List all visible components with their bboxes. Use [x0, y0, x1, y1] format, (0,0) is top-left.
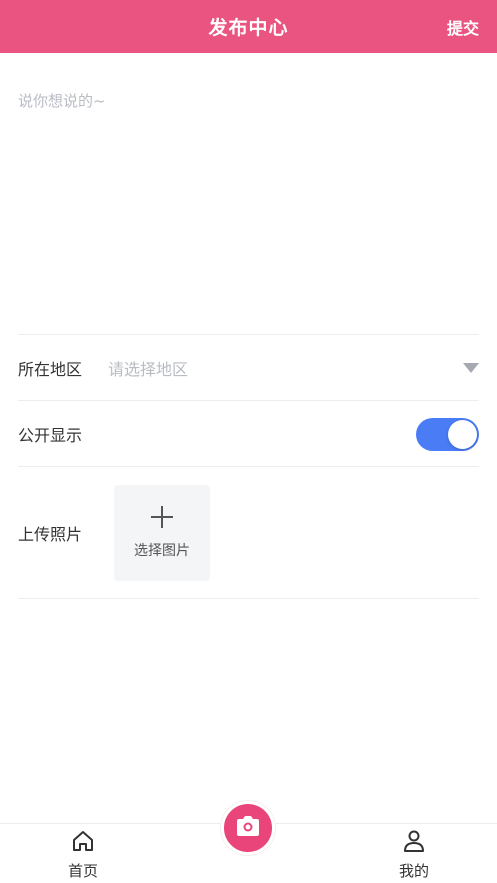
upload-label: 上传照片 [18, 525, 83, 544]
upload-row: 上传照片 选择图片 [18, 485, 479, 581]
submit-button[interactable]: 提交 [447, 0, 479, 53]
divider [18, 466, 479, 467]
camera-button[interactable] [221, 801, 275, 855]
header-bar: 发布中心 提交 [0, 0, 497, 53]
region-selector[interactable]: 所在地区 请选择地区 [18, 335, 479, 401]
user-icon [402, 830, 426, 856]
plus-icon [151, 506, 173, 528]
tab-mine-label: 我的 [398, 862, 429, 880]
toggle-knob [448, 419, 477, 449]
home-icon [71, 830, 95, 856]
tab-mine[interactable]: 我的 [374, 830, 454, 881]
caret-down-icon [463, 363, 479, 373]
camera-icon [235, 815, 261, 841]
public-row: 公开显示 [18, 401, 479, 467]
public-toggle[interactable] [416, 417, 479, 451]
page-title: 发布中心 [208, 17, 289, 39]
public-label: 公开显示 [18, 426, 83, 445]
divider [18, 598, 479, 599]
region-placeholder: 请选择地区 [108, 360, 189, 379]
tab-home-label: 首页 [67, 862, 98, 880]
select-image-button[interactable]: 选择图片 [114, 485, 210, 581]
select-image-label: 选择图片 [134, 543, 190, 559]
region-label: 所在地区 [18, 360, 83, 379]
tab-home[interactable]: 首页 [43, 830, 123, 881]
content-input[interactable] [18, 78, 479, 334]
